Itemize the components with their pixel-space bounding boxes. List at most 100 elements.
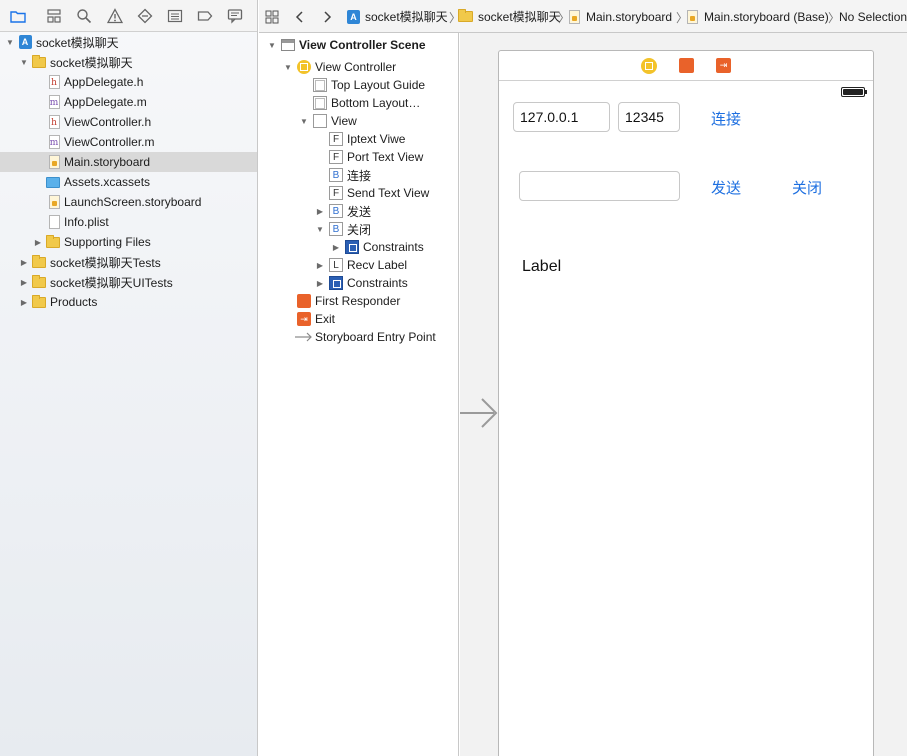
tree-item-file[interactable]: h ViewController.h [0,112,257,132]
close-button[interactable]: 关闭 [792,177,822,198]
outline-item-close-button[interactable]: ▼ B 关闭 [259,220,458,238]
related-items-icon[interactable] [265,0,279,32]
list-icon[interactable] [167,8,183,24]
view-controller-frame[interactable]: ⇥ 127.0.0.1 12345 连接 发送 关闭 Label [498,50,874,756]
outline-item-entry-point[interactable]: Storyboard Entry Point [259,328,458,346]
connect-button[interactable]: 连接 [711,108,741,129]
comment-icon[interactable] [227,8,243,24]
tree-item-project[interactable]: ▼ A socket模拟聊天 [0,32,257,52]
layout-guide-icon [313,78,327,92]
storyboard-icon [47,155,61,169]
tree-item-group[interactable]: ▶ socket模拟聊天UITests [0,272,257,292]
outline-item-connect-button[interactable]: B 连接 [259,166,458,184]
tree-item-label: socket模拟聊天 [36,35,119,50]
disclosure-open-icon[interactable]: ▼ [19,57,29,67]
outline-item-label: Top Layout Guide [331,78,426,92]
tree-item-label: Supporting Files [64,235,151,249]
storyboard-icon [569,9,580,24]
view-controller-icon [297,60,311,74]
hierarchy-icon[interactable] [46,8,62,24]
outline-item-label: Constraints [363,240,424,254]
test-icon[interactable] [137,8,153,24]
outline-item-label: Exit [315,312,336,326]
tree-item-group[interactable]: ▶ Products [0,292,257,312]
warning-icon[interactable] [107,8,123,24]
outline-item-constraints[interactable]: ▶ Constraints [259,238,458,256]
disclosure-open-icon[interactable]: ▼ [5,37,15,47]
crumb-label: Main.storyboard (Base) [704,9,829,24]
outline-item-view[interactable]: ▼ View [259,112,458,130]
entry-point-arrow-icon[interactable] [460,395,500,431]
tree-item-group[interactable]: ▶ Supporting Files [0,232,257,252]
outline-item-port-field[interactable]: F Port Text View [259,148,458,166]
outline-item-scene[interactable]: ▼ View Controller Scene [259,36,458,54]
outline-item-first-responder[interactable]: First Responder [259,292,458,310]
disclosure-open-icon[interactable]: ▼ [267,40,277,50]
tree-item-label: socket模拟聊天 [50,55,133,70]
outline-item-label: View [331,114,357,128]
disclosure-closed-icon[interactable]: ▶ [19,297,29,307]
breakpoint-icon[interactable] [197,8,213,24]
outline-item-constraints[interactable]: ▶ Constraints [259,274,458,292]
tree-item-file[interactable]: LaunchScreen.storyboard [0,192,257,212]
jumpbar-crumb-project[interactable]: A socket模拟聊天 [347,0,448,32]
jumpbar-crumb-file[interactable]: Main.storyboard [569,0,672,32]
first-responder-icon[interactable] [679,58,695,74]
jumpbar-crumb-localization[interactable]: Main.storyboard (Base) [687,0,829,32]
header-file-icon: h [47,115,61,129]
search-icon[interactable] [76,8,92,24]
view-icon [313,114,327,128]
disclosure-closed-icon[interactable]: ▶ [315,260,325,270]
storyboard-canvas[interactable]: ⇥ 127.0.0.1 12345 连接 发送 关闭 Label [460,33,907,756]
jumpbar-crumb-group[interactable]: socket模拟聊天 [458,0,561,32]
outline-item-label: Constraints [347,276,408,290]
outline-item-label: 连接 [347,168,372,183]
layout-guide-icon [313,96,327,110]
first-responder-icon [297,294,311,308]
outline-item-view-controller[interactable]: ▼ View Controller [259,58,458,76]
header-file-icon: h [47,75,61,89]
folder-icon[interactable] [10,8,26,24]
exit-icon: ⇥ [297,312,311,326]
back-chevron-icon[interactable] [295,0,305,32]
tree-item-group[interactable]: ▶ socket模拟聊天Tests [0,252,257,272]
outline-item-ip-field[interactable]: F Iptext Viwe [259,130,458,148]
disclosure-open-icon[interactable]: ▼ [299,116,309,126]
port-text-field[interactable]: 12345 [618,102,680,132]
outline-item-label: View Controller Scene [299,38,426,52]
outline-item-recv-label[interactable]: ▶ L Recv Label [259,256,458,274]
send-text-field[interactable] [519,171,680,201]
exit-icon[interactable]: ⇥ [716,58,732,74]
outline-item-top-layout-guide[interactable]: Top Layout Guide [259,76,458,94]
outline-item-send-button[interactable]: ▶ B 发送 [259,202,458,220]
disclosure-open-icon[interactable]: ▼ [315,224,325,234]
disclosure-closed-icon[interactable]: ▶ [315,278,325,288]
outline-item-exit[interactable]: ⇥ Exit [259,310,458,328]
disclosure-closed-icon[interactable]: ▶ [19,277,29,287]
button-icon: B [329,168,343,182]
disclosure-open-icon[interactable]: ▼ [283,62,293,72]
disclosure-closed-icon[interactable]: ▶ [315,206,325,216]
disclosure-closed-icon[interactable]: ▶ [331,242,341,252]
disclosure-closed-icon[interactable]: ▶ [19,257,29,267]
battery-icon [841,87,867,97]
constraints-icon [345,240,359,254]
outline-item-bottom-layout-guide[interactable]: Bottom Layout… [259,94,458,112]
recv-label[interactable]: Label [522,258,561,276]
tree-item-file[interactable]: m ViewController.m [0,132,257,152]
tree-item-file[interactable]: m AppDelegate.m [0,92,257,112]
outline-item-label: Send Text View [347,186,430,200]
send-button[interactable]: 发送 [711,177,741,198]
jumpbar-crumb-selection[interactable]: No Selection [839,0,907,32]
tree-item-file-selected[interactable]: Main.storyboard [0,152,257,172]
outline-item-send-field[interactable]: F Send Text View [259,184,458,202]
ip-text-field[interactable]: 127.0.0.1 [513,102,610,132]
forward-chevron-icon[interactable] [322,0,332,32]
tree-item-file[interactable]: h AppDelegate.h [0,72,257,92]
folder-icon [32,294,46,309]
view-controller-icon[interactable] [641,58,657,74]
tree-item-group[interactable]: ▼ socket模拟聊天 [0,52,257,72]
tree-item-file[interactable]: Info.plist [0,212,257,232]
disclosure-closed-icon[interactable]: ▶ [33,237,43,247]
tree-item-file[interactable]: Assets.xcassets [0,172,257,192]
